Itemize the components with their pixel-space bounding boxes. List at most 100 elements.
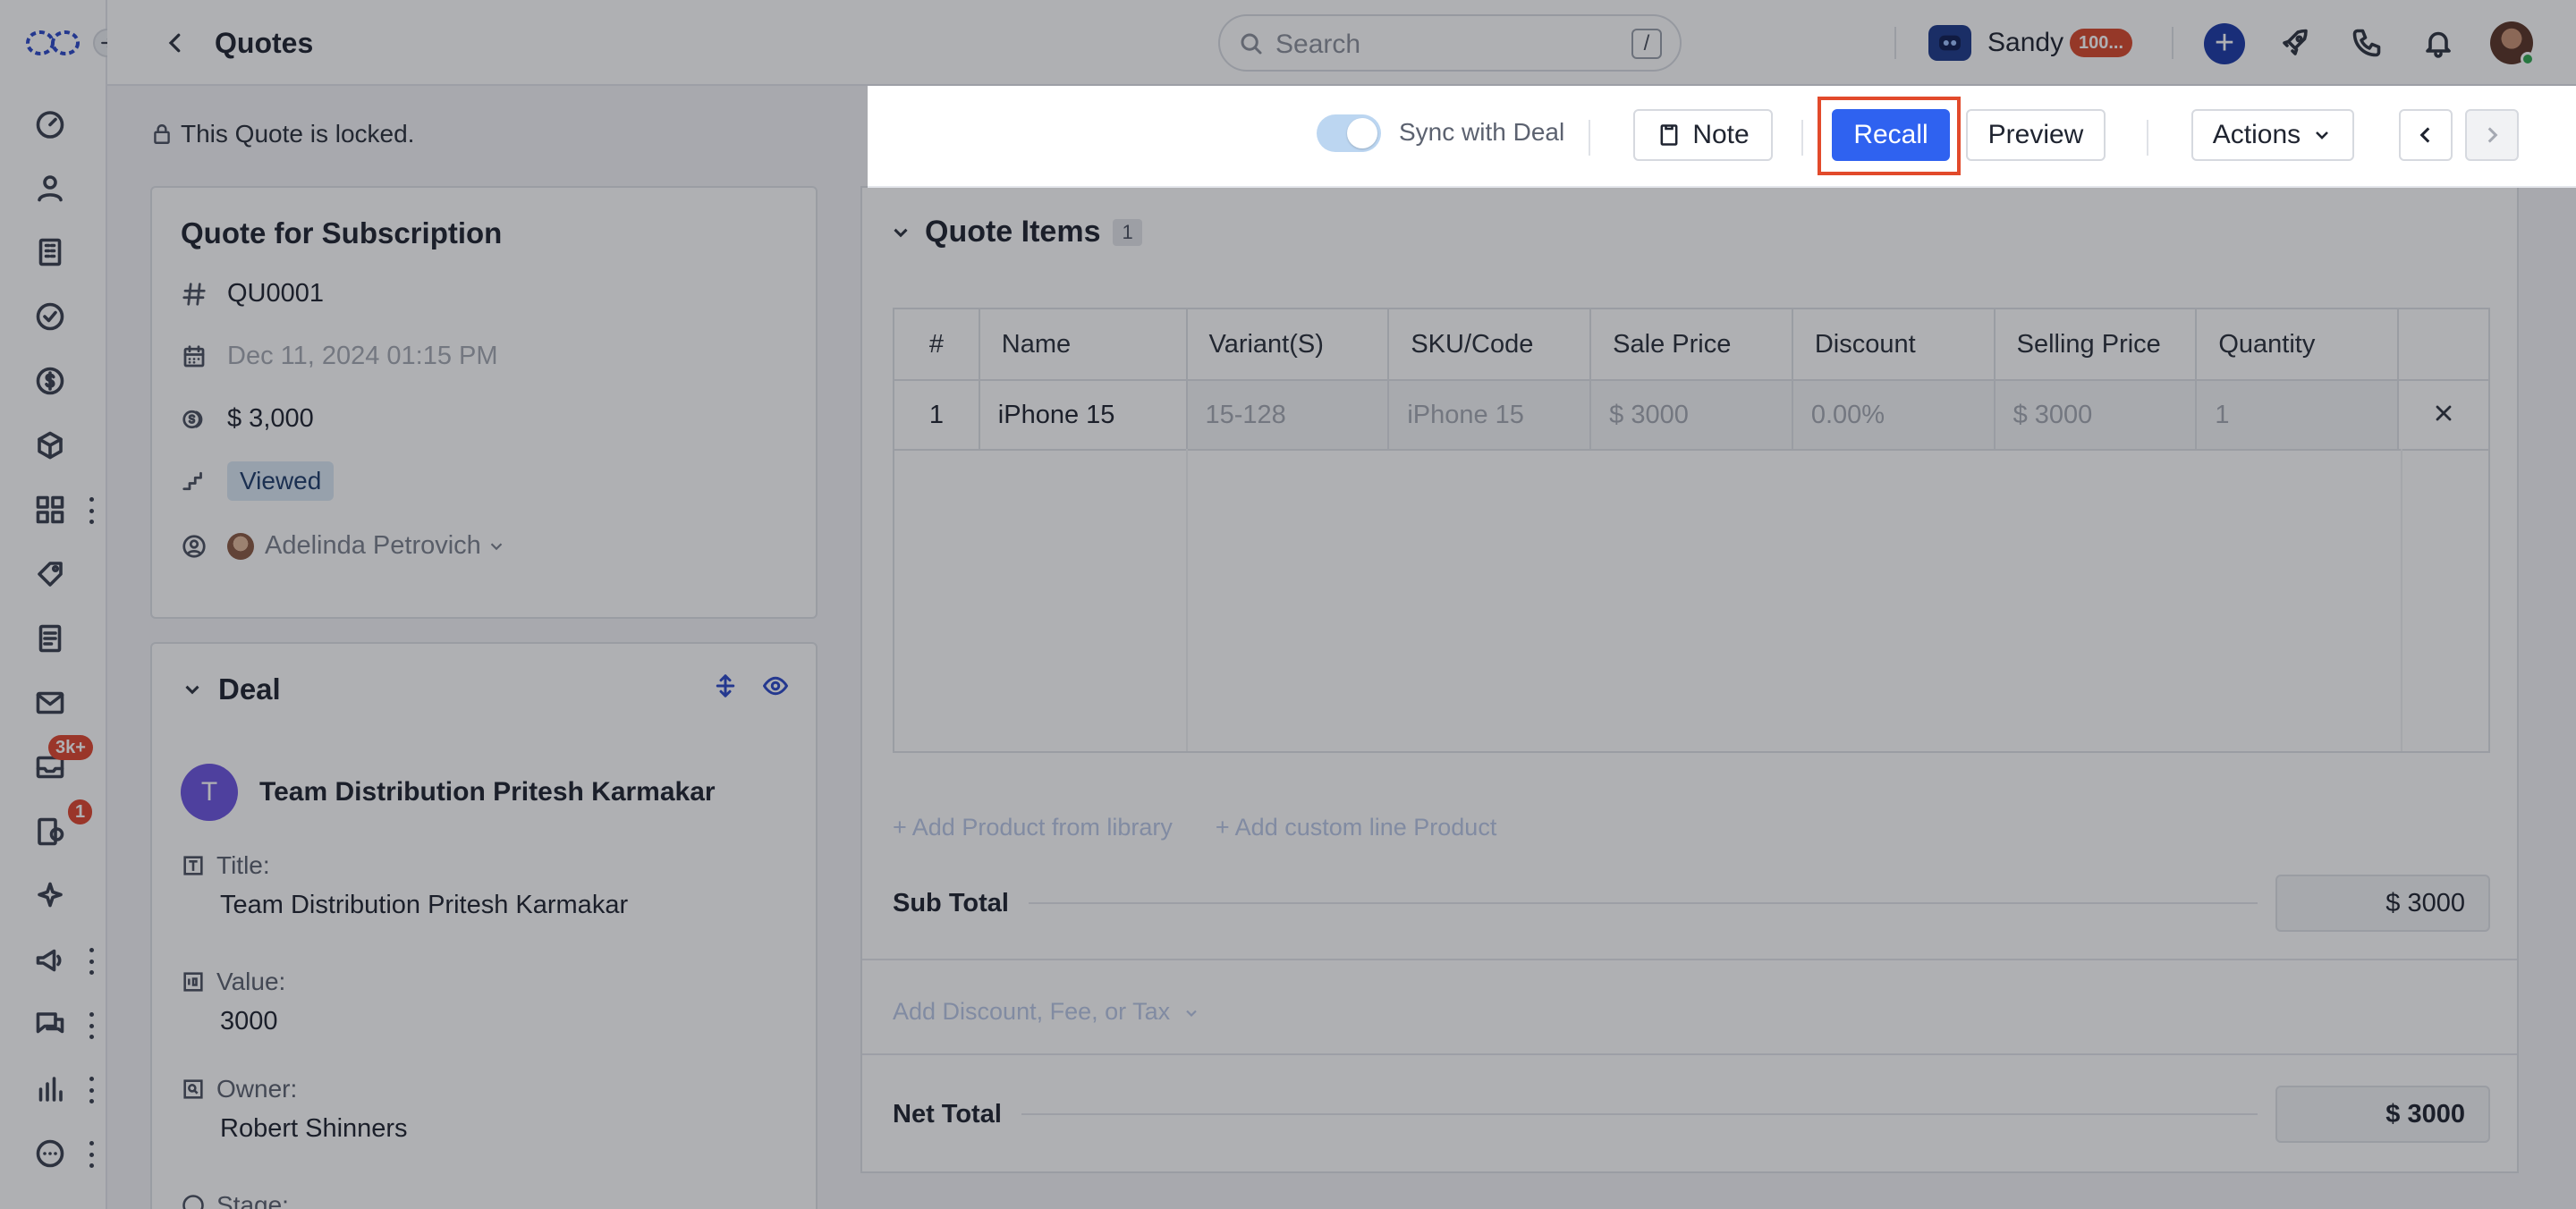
chevron-down-icon (2316, 131, 2329, 140)
user-name[interactable]: Sandy (1987, 27, 2063, 59)
lock-notice-text: This Quote is locked. (181, 120, 415, 148)
column-header: Variant(S) (1185, 308, 1390, 381)
quote-info-card: Quote for Subscription QU0001 Dec 11, 20… (150, 186, 818, 619)
user-bot-avatar[interactable] (1928, 25, 1971, 61)
phone-icon[interactable] (2347, 23, 2386, 63)
reports-bars-icon[interactable] (32, 1071, 68, 1107)
search-input[interactable]: Search / (1218, 14, 1682, 72)
table-row: 1 iPhone 15 15-128 iPhone 15 $ 3000 0.00… (893, 379, 2490, 451)
add-custom-product-link[interactable]: + Add custom line Product (1216, 814, 1496, 841)
note-button-label: Note (1692, 120, 1750, 149)
profile-avatar[interactable] (2490, 21, 2535, 66)
deal-card: Deal T Team Distribution Pritesh Karmaka… (150, 642, 818, 1209)
column-header: Quantity (2195, 308, 2400, 381)
deal-field-label: Owner: (216, 1075, 298, 1103)
net-total-label: Net Total (893, 1099, 1002, 1129)
create-plus-button[interactable]: + (2204, 23, 2245, 64)
more-options-icon[interactable] (32, 1136, 68, 1171)
money-icon (181, 406, 208, 433)
next-record-button[interactable] (2465, 109, 2519, 161)
app-logo[interactable] (25, 27, 80, 59)
more-options-dots-icon[interactable] (86, 1141, 97, 1168)
divider (862, 959, 2517, 960)
expand-collapse-icon[interactable] (712, 672, 739, 699)
tasks-check-icon[interactable] (32, 299, 68, 334)
deals-dollar-icon[interactable] (32, 363, 68, 399)
apps-more-dots-icon[interactable] (86, 497, 97, 524)
recall-button[interactable]: Recall (1832, 109, 1950, 161)
quote-number: QU0001 (227, 279, 325, 308)
lock-notice: This Quote is locked. (150, 120, 414, 148)
actions-dropdown[interactable]: Actions (2191, 109, 2354, 161)
user-credits-badge: 100... (2070, 29, 2133, 57)
products-box-icon[interactable] (32, 427, 68, 463)
ai-sparkle-icon[interactable] (32, 878, 68, 914)
deal-section-header[interactable]: Deal (181, 672, 281, 706)
sync-with-deal-toggle[interactable] (1317, 114, 1381, 152)
deal-field-label: Value: (216, 968, 286, 995)
note-button[interactable]: Note (1633, 109, 1773, 161)
deal-field-value: Robert Shinners (220, 1114, 408, 1143)
subtotal-value: $ 3000 (2275, 875, 2490, 932)
rocket-icon[interactable] (2275, 23, 2315, 63)
quote-items-table: # Name Variant(S) SKU/Code Sale Price Di… (893, 308, 2490, 451)
stage-field-icon (182, 1195, 204, 1209)
quote-owner: Adelinda Petrovich (265, 531, 481, 560)
quote-status-row: Viewed (181, 461, 335, 501)
deal-owner-field: Owner: Robert Shinners (181, 1075, 408, 1144)
quote-items-count: 1 (1113, 218, 1142, 246)
chat-icon[interactable] (32, 1007, 68, 1043)
toolbar-divider (2147, 120, 2148, 156)
deal-name: Team Distribution Pritesh Karmakar (259, 777, 716, 807)
quote-items-header[interactable]: Quote Items 1 (889, 215, 1142, 249)
add-discount-dropdown[interactable]: Add Discount, Fee, or Tax (893, 998, 1200, 1026)
inbox-badge: 3k+ (48, 735, 93, 760)
deal-section-title: Deal (218, 672, 281, 706)
quote-amount: $ 3,000 (227, 404, 314, 433)
back-chevron-icon[interactable] (157, 25, 193, 61)
subtotal-row: Sub Total $ 3000 (893, 875, 2490, 932)
bell-icon[interactable] (2419, 23, 2458, 63)
add-product-library-link[interactable]: + Add Product from library (893, 814, 1173, 841)
approvals-icon[interactable] (32, 814, 68, 850)
preview-button[interactable]: Preview (1966, 109, 2106, 161)
column-header: Sale Price (1589, 308, 1793, 381)
add-discount-label: Add Discount, Fee, or Tax (893, 998, 1171, 1025)
chat-more-dots-icon[interactable] (86, 1012, 97, 1039)
documents-icon[interactable] (32, 621, 68, 656)
owner-field-icon (183, 1079, 203, 1099)
column-header: # (893, 308, 980, 381)
net-total-value: $ 3000 (2275, 1086, 2490, 1143)
mail-icon[interactable] (32, 685, 68, 721)
companies-icon[interactable] (32, 234, 68, 270)
contacts-icon[interactable] (32, 170, 68, 206)
chevron-right-icon (2487, 127, 2498, 143)
apps-grid-icon[interactable] (32, 492, 68, 528)
chevron-down-icon (1185, 1010, 1197, 1017)
remove-row-icon[interactable] (2397, 379, 2490, 451)
hash-icon (181, 281, 208, 308)
quantity-cell: 1 (2195, 379, 2400, 451)
quote-owner-row[interactable]: Adelinda Petrovich (181, 531, 506, 561)
reports-more-dots-icon[interactable] (86, 1077, 97, 1103)
column-header: Discount (1791, 308, 1996, 381)
quote-number-row: QU0001 (181, 279, 324, 309)
sync-with-deal-label: Sync with Deal (1399, 118, 1565, 146)
column-header: SKU/Code (1387, 308, 1592, 381)
eye-icon[interactable] (762, 672, 789, 699)
lock-icon (154, 124, 170, 144)
add-product-links: + Add Product from library + Add custom … (893, 814, 1496, 841)
tickets-tag-icon[interactable] (32, 556, 68, 592)
online-status-dot (2521, 52, 2535, 66)
toolbar-divider (1589, 120, 1590, 156)
dashboard-icon[interactable] (32, 106, 68, 141)
deal-contact[interactable]: T Team Distribution Pritesh Karmakar (181, 764, 716, 821)
deal-actions (712, 672, 789, 699)
quote-action-toolbar: Sync with Deal Note Recall Preview Actio… (868, 86, 2576, 188)
quote-amount-row: $ 3,000 (181, 404, 314, 434)
preview-button-label: Preview (1987, 120, 2084, 149)
approvals-badge: 1 (68, 799, 93, 824)
campaigns-more-dots-icon[interactable] (86, 948, 97, 975)
campaigns-megaphone-icon[interactable] (32, 943, 68, 978)
previous-record-button[interactable] (2399, 109, 2453, 161)
